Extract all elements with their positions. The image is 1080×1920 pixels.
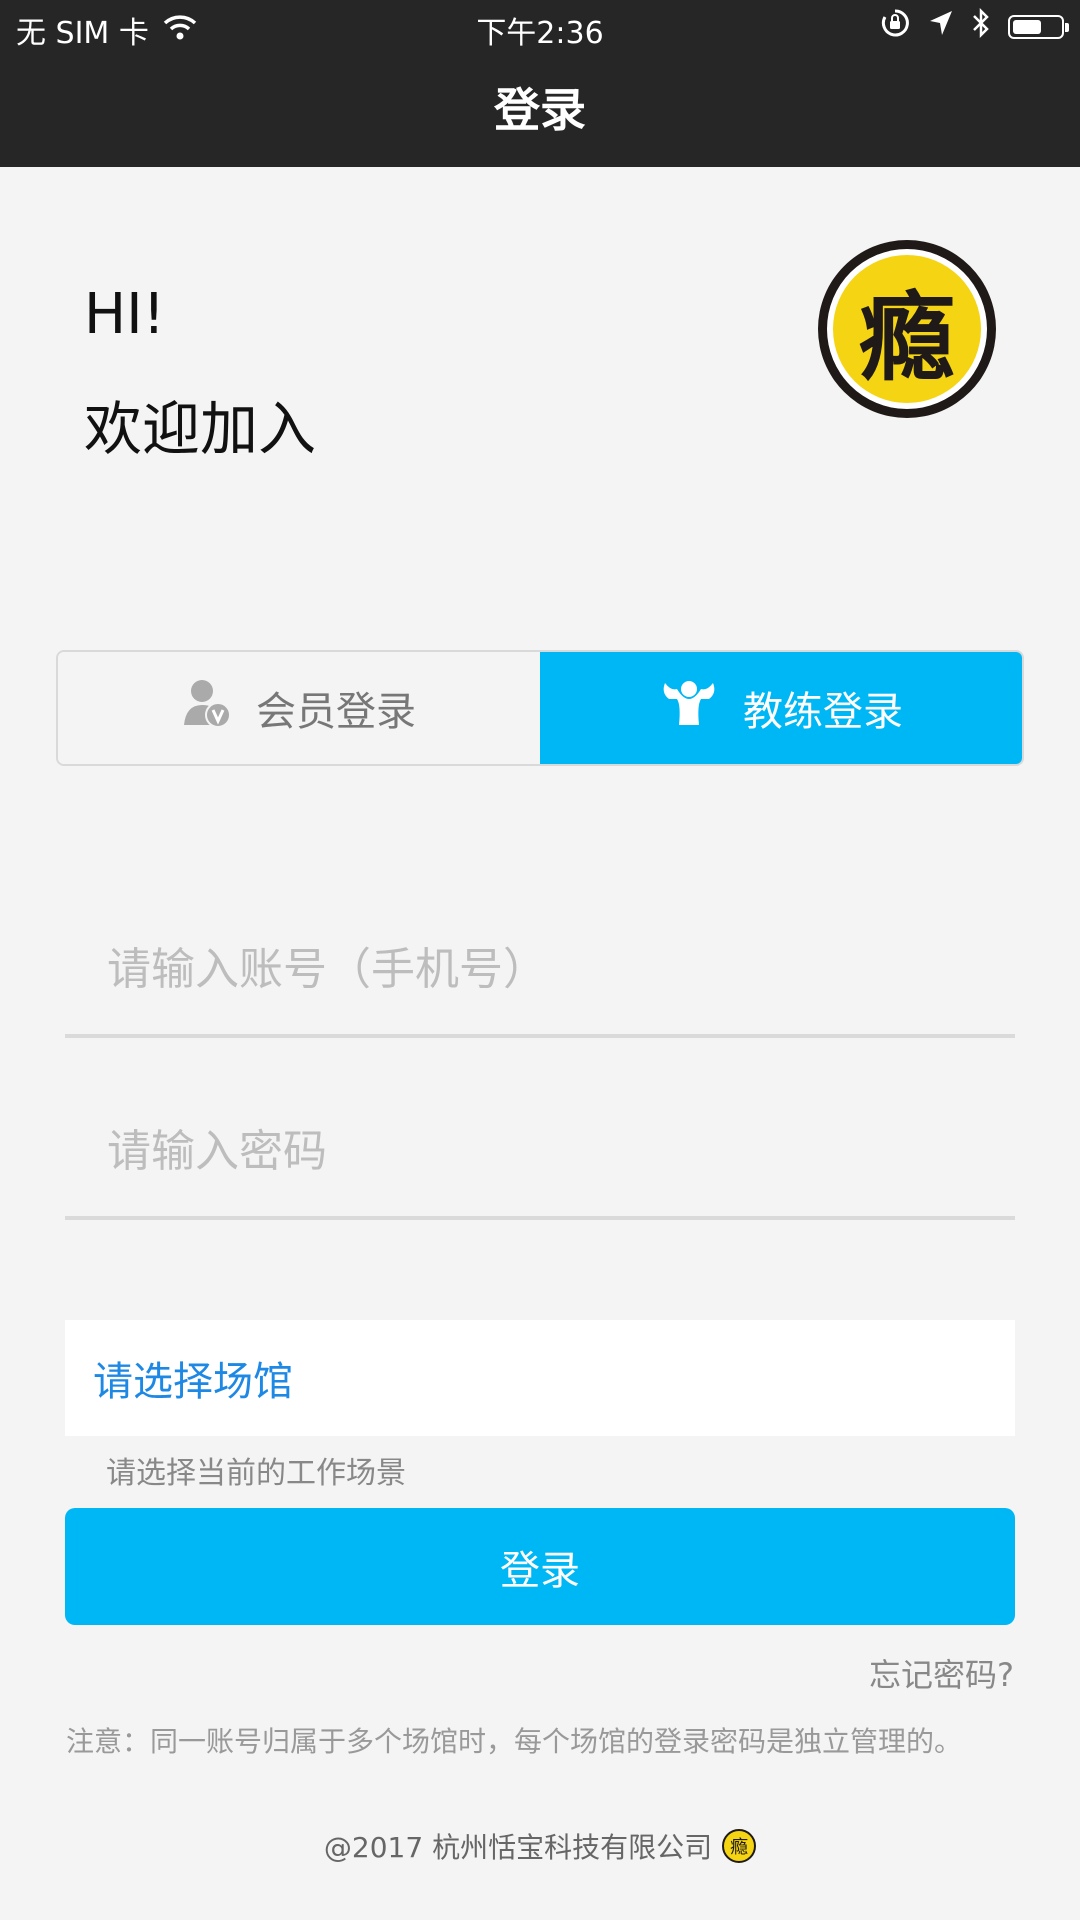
forgot-password-link[interactable]: 忘记密码? bbox=[869, 1650, 1014, 1696]
venue-select-label: 请选择场馆 bbox=[93, 1359, 293, 1405]
battery-level bbox=[1013, 20, 1041, 34]
password-field bbox=[65, 1090, 1015, 1220]
logo-glyph: 瘾 bbox=[833, 255, 981, 403]
greeting-welcome: 欢迎加入 bbox=[84, 395, 317, 463]
location-arrow-icon bbox=[928, 9, 954, 45]
venue-hint: 请选择当前的工作场景 bbox=[106, 1456, 406, 1491]
copyright-text: @2017 杭州恬宝科技有限公司 bbox=[323, 1831, 713, 1864]
password-input[interactable] bbox=[105, 1110, 989, 1192]
tab-coach-label: 教练登录 bbox=[743, 689, 903, 735]
notice-text: 注意：同一账号归属于多个场馆时，每个场馆的登录密码是独立管理的。 bbox=[66, 1725, 963, 1758]
app-header: 无 SIM 卡 下午2:36 登录 bbox=[0, 0, 1080, 167]
tab-coach-login[interactable]: 教练登录 bbox=[540, 652, 1022, 764]
footer: @2017 杭州恬宝科技有限公司 瘾 bbox=[0, 1826, 1080, 1866]
brand-logo: 瘾 bbox=[818, 240, 996, 418]
account-field bbox=[65, 908, 1015, 1038]
greeting-hi: HI! bbox=[84, 282, 166, 347]
coach-icon bbox=[659, 679, 719, 737]
tab-member-login[interactable]: 会员登录 bbox=[58, 652, 540, 764]
page-title: 登录 bbox=[494, 83, 586, 137]
login-type-tabs: 会员登录 教练登录 bbox=[56, 650, 1024, 766]
orientation-lock-icon bbox=[880, 8, 910, 46]
bluetooth-icon bbox=[972, 7, 990, 46]
member-icon bbox=[182, 677, 232, 739]
login-button[interactable]: 登录 bbox=[65, 1508, 1015, 1625]
battery-icon bbox=[1008, 15, 1069, 39]
tab-member-label: 会员登录 bbox=[256, 689, 416, 735]
status-bar: 无 SIM 卡 下午2:36 bbox=[0, 0, 1080, 54]
footer-logo-icon: 瘾 bbox=[722, 1829, 757, 1863]
venue-select[interactable]: 请选择场馆 bbox=[65, 1320, 1015, 1436]
account-input[interactable] bbox=[105, 928, 989, 1010]
